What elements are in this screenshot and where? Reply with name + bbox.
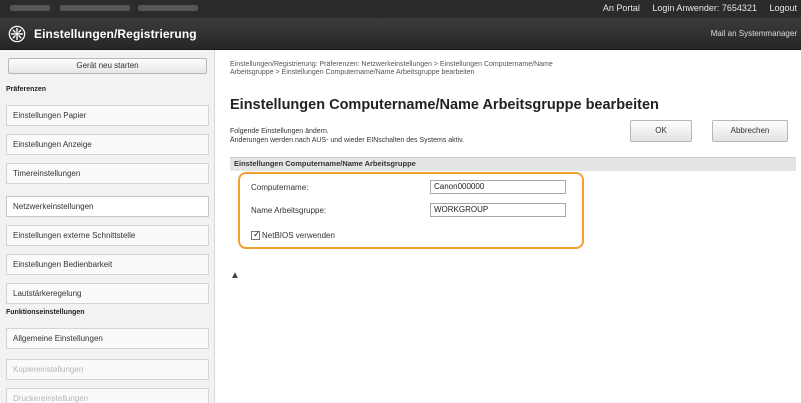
app-title: Einstellungen/Registrierung — [34, 27, 197, 41]
settings-gear-icon — [8, 25, 26, 43]
intro-line-2: Änderungen werden nach AUS- und wieder E… — [230, 137, 465, 144]
sidebar-item-timer[interactable]: Timereinstellungen — [6, 163, 209, 184]
top-links: An Portal Login Anwender: 7654321 Logout — [593, 3, 797, 13]
intro-text: Folgende Einstellungen ändern. Änderunge… — [230, 127, 464, 145]
portal-link[interactable]: An Portal — [603, 3, 640, 13]
back-to-top-link[interactable]: ▲ — [230, 270, 240, 281]
cancel-button[interactable]: Abbrechen — [712, 120, 788, 142]
intro-line-1: Folgende Einstellungen ändern. — [230, 128, 329, 135]
logout-link[interactable]: Logout — [769, 3, 797, 13]
page-title: Einstellungen Computername/Name Arbeitsg… — [230, 97, 659, 113]
sidebar-item-volume[interactable]: Lautstärkeregelung — [6, 283, 209, 304]
highlight-frame — [238, 172, 584, 249]
sidebar-item-external-interface[interactable]: Einstellungen externe Schnittstelle — [6, 225, 209, 246]
main-content: Einstellungen/Registrierung: Präferenzen… — [216, 50, 801, 403]
top-utility-bar: An Portal Login Anwender: 7654321 Logout — [0, 0, 801, 18]
blurred-text — [60, 5, 130, 11]
sidebar-item-printer[interactable]: Druckereinstellungen — [6, 388, 209, 403]
ok-button[interactable]: OK — [630, 120, 692, 142]
blurred-text — [10, 5, 50, 11]
sidebar-item-network[interactable]: Netzwerkeinstellungen — [6, 196, 209, 217]
sidebar-item-accessibility[interactable]: Einstellungen Bedienbarkeit — [6, 254, 209, 275]
sidebar-heading-preferences: Präferenzen — [6, 86, 47, 93]
section-header: Einstellungen Computername/Name Arbeitsg… — [230, 157, 796, 171]
sidebar-item-copy[interactable]: Kopiereinstellungen — [6, 359, 209, 380]
sidebar-heading-function: Funktionseinstellungen — [6, 309, 85, 316]
login-user-label: Login Anwender: 7654321 — [652, 3, 757, 13]
breadcrumb-line-1[interactable]: Einstellungen/Registrierung: Präferenzen… — [230, 61, 750, 69]
mail-to-admin-link[interactable]: Mail an Systemmanager — [711, 29, 797, 38]
breadcrumb-line-2[interactable]: Arbeitsgruppe > Einstellungen Computerna… — [230, 69, 750, 77]
sidebar-item-display[interactable]: Einstellungen Anzeige — [6, 134, 209, 155]
app-header: Einstellungen/Registrierung Mail an Syst… — [0, 18, 801, 50]
sidebar-item-paper[interactable]: Einstellungen Papier — [6, 105, 209, 126]
breadcrumb: Einstellungen/Registrierung: Präferenzen… — [230, 61, 750, 77]
sidebar: Gerät neu starten Präferenzen Einstellun… — [0, 50, 215, 403]
blurred-text — [138, 5, 198, 11]
sidebar-item-general[interactable]: Allgemeine Einstellungen — [6, 328, 209, 349]
restart-device-button[interactable]: Gerät neu starten — [8, 58, 207, 74]
arrow-up-icon: ▲ — [230, 270, 240, 281]
